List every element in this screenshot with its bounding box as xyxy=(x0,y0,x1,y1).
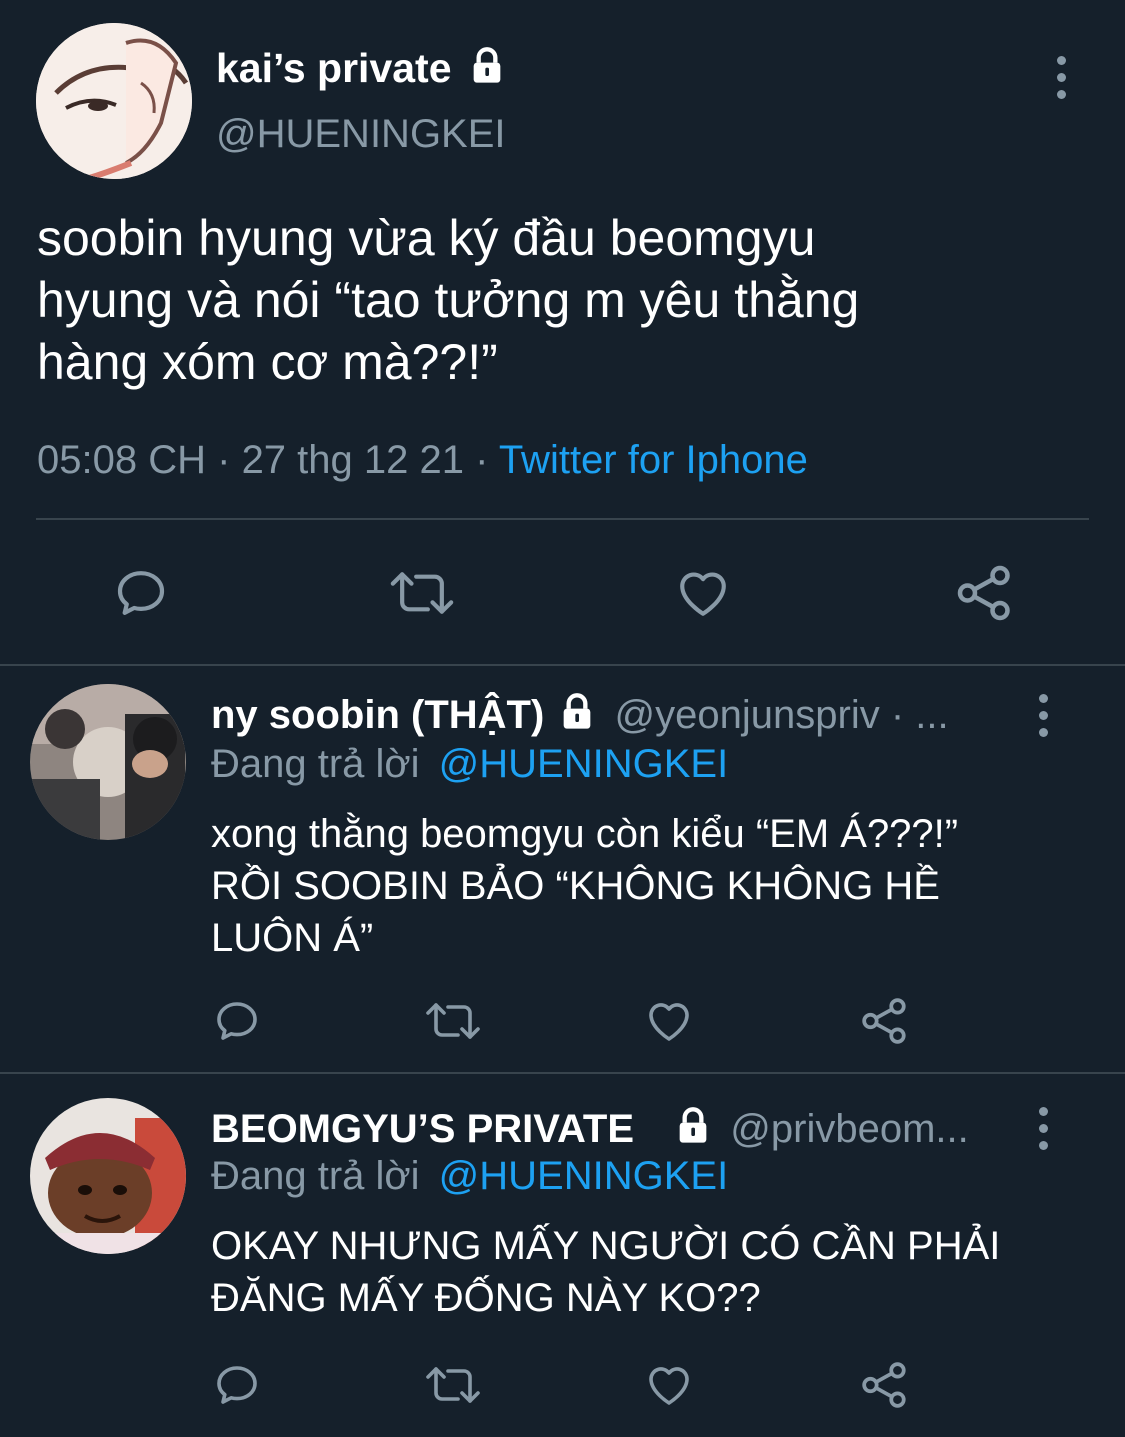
replying-label: Đang trả lời xyxy=(211,1154,420,1198)
like-icon xyxy=(680,572,726,616)
display-name[interactable]: kai’s private xyxy=(216,44,507,92)
retweet-button[interactable] xyxy=(388,565,456,621)
lock-icon xyxy=(564,693,591,730)
handle[interactable]: @HUENINGKEI xyxy=(216,110,506,158)
share-button[interactable] xyxy=(860,1360,910,1410)
avatar[interactable] xyxy=(36,23,192,179)
handle[interactable]: @yeonjunspriv · ... xyxy=(615,693,949,737)
lock-icon xyxy=(679,1107,707,1144)
tweet-text: OKAY NHƯNG MẤY NGƯỜI CÓ CẦN PHẢI ĐĂNG MẤ… xyxy=(211,1220,1000,1324)
reply-button[interactable] xyxy=(213,997,261,1045)
share-icon xyxy=(862,998,906,1044)
tweet-text-line: OKAY NHƯNG MẤY NGƯỜI CÓ CẦN PHẢI xyxy=(211,1224,1001,1268)
replying-handle-link[interactable]: @HUENINGKEI xyxy=(439,1154,729,1198)
more-icon[interactable] xyxy=(1037,694,1049,737)
retweet-icon xyxy=(390,572,454,614)
tweet-source-link[interactable]: Twitter for Iphone xyxy=(499,438,808,482)
retweet-icon xyxy=(426,1367,480,1403)
avatar-photo xyxy=(30,1098,186,1254)
tweet-text-line: LUÔN Á” xyxy=(211,916,374,960)
avatar-illustration xyxy=(36,23,192,179)
like-button[interactable] xyxy=(643,997,695,1045)
tweet-text-line: RỒI SOOBIN BẢO “KHÔNG KHÔNG HỀ xyxy=(211,864,940,908)
like-button[interactable] xyxy=(643,1361,695,1409)
tweet-date[interactable]: 27 thg 12 21 xyxy=(242,438,464,482)
handle[interactable]: @privbeom... xyxy=(730,1107,968,1151)
replying-handle-link[interactable]: @HUENINGKEI xyxy=(439,742,729,786)
replying-to: Đang trả lời @HUENINGKEI xyxy=(211,1152,728,1200)
reply-button[interactable] xyxy=(113,565,169,621)
reply-icon xyxy=(117,571,165,615)
separator: · xyxy=(217,438,231,482)
like-button[interactable] xyxy=(673,565,733,621)
tweet-text-line: soobin hyung vừa ký đầu beomgyu xyxy=(37,210,816,266)
retweet-button[interactable] xyxy=(424,997,482,1045)
reply-header: BEOMGYU’S PRIVATE @privbeom... xyxy=(211,1105,969,1153)
more-icon[interactable] xyxy=(1055,56,1067,99)
reply-icon xyxy=(217,1366,257,1404)
tweet-time[interactable]: 05:08 CH xyxy=(37,438,206,482)
reply-icon xyxy=(217,1002,257,1040)
like-icon xyxy=(649,1367,689,1405)
avatar-photo xyxy=(30,684,186,840)
share-button[interactable] xyxy=(955,563,1015,623)
avatar[interactable] xyxy=(30,684,186,840)
divider xyxy=(0,1072,1125,1074)
like-icon xyxy=(649,1003,689,1041)
tweet-text-line: hàng xóm cơ mà??!” xyxy=(37,334,498,390)
display-name-text[interactable]: kai’s private xyxy=(216,45,452,91)
share-icon xyxy=(862,1362,906,1408)
lock-icon xyxy=(473,47,501,83)
display-name[interactable]: BEOMGYU’S PRIVATE xyxy=(211,1107,634,1151)
divider xyxy=(36,518,1089,520)
retweet-button[interactable] xyxy=(424,1361,482,1409)
tweet-text-line: hyung và nói “tao tưởng m yêu thằng xyxy=(37,272,860,328)
tweet-text-line: ĐĂNG MẤY ĐỐNG NÀY KO?? xyxy=(211,1276,761,1320)
avatar[interactable] xyxy=(30,1098,186,1254)
more-icon[interactable] xyxy=(1037,1107,1049,1150)
tweet-text-line: xong thằng beomgyu còn kiểu “EM Á???!” xyxy=(211,812,959,856)
separator: · xyxy=(475,438,489,482)
display-name[interactable]: ny soobin (THẬT) xyxy=(211,693,544,737)
reply-header: ny soobin (THẬT) @yeonjunspriv · ... xyxy=(211,691,949,739)
retweet-icon xyxy=(426,1003,480,1039)
share-button[interactable] xyxy=(860,996,910,1046)
share-icon xyxy=(957,565,1010,621)
divider xyxy=(0,664,1125,666)
tweet-meta: 05:08 CH · 27 thg 12 21 · Twitter for Ip… xyxy=(37,436,808,484)
replying-label: Đang trả lời xyxy=(211,742,420,786)
tweet-text: xong thằng beomgyu còn kiểu “EM Á???!” R… xyxy=(211,808,958,964)
replying-to: Đang trả lời @HUENINGKEI xyxy=(211,740,728,788)
tweet-text: soobin hyung vừa ký đầu beomgyu hyung và… xyxy=(37,207,859,393)
reply-button[interactable] xyxy=(213,1361,261,1409)
